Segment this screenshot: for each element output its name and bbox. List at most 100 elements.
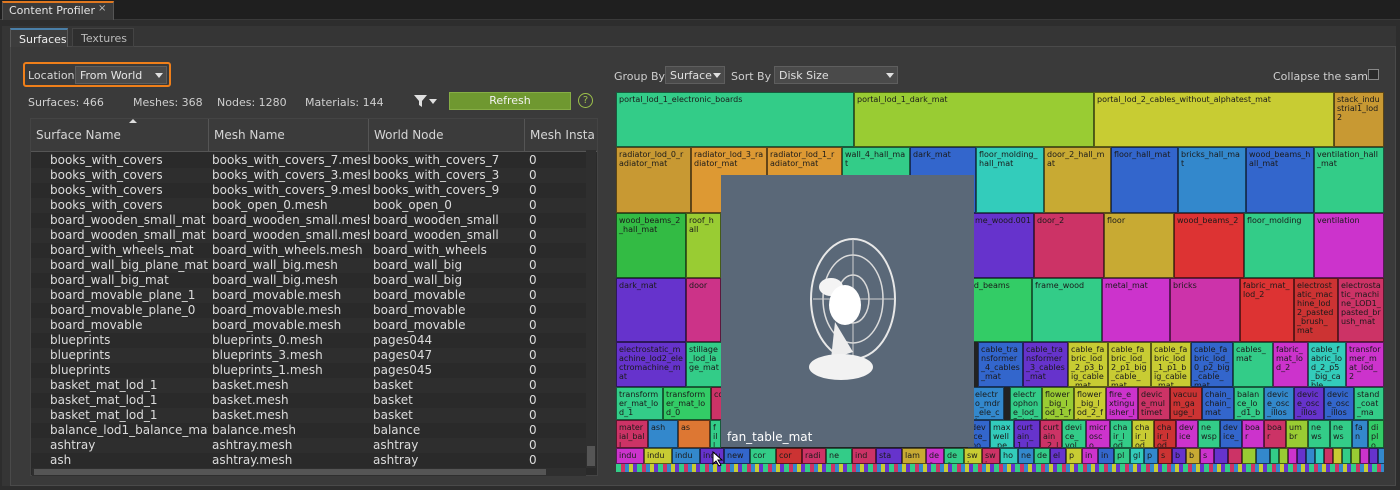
- treemap-block[interactable]: electro_mdr_ele_ctromet: [972, 387, 1004, 420]
- table-row[interactable]: board_movable_plane_0 board_movable.mesh b…: [31, 303, 589, 318]
- treemap-block[interactable]: in: [1082, 448, 1098, 464]
- treemap-block[interactable]: me_wood.001: [972, 213, 1034, 278]
- collapse-the-same-checkbox[interactable]: [1368, 69, 1379, 80]
- treemap-block-small[interactable]: [1242, 448, 1256, 464]
- scrollbar-thumb[interactable]: [34, 469, 546, 475]
- treemap-block[interactable]: electrophone_lod_2_telep: [1010, 387, 1042, 420]
- sort-by-select[interactable]: Disk Size: [774, 66, 898, 84]
- treemap-block[interactable]: door_2_hall_mat: [1044, 147, 1111, 213]
- column-header-surface-name[interactable]: Surface Name: [31, 119, 209, 152]
- treemap-block[interactable]: cable_fabric_lod_2_p3_big_cable_mat: [1068, 342, 1108, 387]
- treemap-block[interactable]: door_2: [1034, 213, 1104, 278]
- table-row[interactable]: books_with_covers book_open_0.mesh book_op…: [31, 198, 589, 213]
- treemap-block[interactable]: gl: [1130, 448, 1144, 464]
- treemap-block[interactable]: new: [724, 448, 750, 464]
- treemap-block[interactable]: newsp: [1198, 420, 1220, 448]
- treemap-block-small[interactable]: [1378, 448, 1384, 464]
- treemap-block[interactable]: device: [1176, 420, 1198, 448]
- treemap-block[interactable]: device_osc_illosc: [1294, 387, 1324, 420]
- treemap-block[interactable]: device_vol: [1062, 420, 1086, 448]
- treemap-block[interactable]: metal_mat: [1102, 278, 1170, 342]
- treemap-block[interactable]: electrostatic_machine_lod2_pasted_brush_…: [1294, 278, 1338, 342]
- treemap-block[interactable]: in: [1098, 448, 1114, 464]
- treemap-block[interactable]: curtain_1_l: [1014, 420, 1040, 448]
- treemap-block[interactable]: flower_big_lod_1_flow: [1042, 387, 1074, 420]
- scrollbar-thumb[interactable]: [587, 446, 595, 466]
- treemap-block[interactable]: fill_a: [710, 420, 721, 448]
- treemap-block-small[interactable]: [1306, 448, 1315, 464]
- table-row[interactable]: basket_mat_lod_1 basket.mesh basket 0: [31, 408, 589, 423]
- tab-textures[interactable]: Textures: [72, 28, 134, 47]
- treemap-block[interactable]: ventilation_hall_mat: [1314, 147, 1384, 213]
- treemap-block[interactable]: fabric_mat_lod_2: [1240, 278, 1294, 342]
- treemap-block[interactable]: door: [686, 278, 721, 342]
- treemap-block[interactable]: cable_fabric_lod_1_p1_big_cable_mat: [1151, 342, 1191, 387]
- treemap-block[interactable]: bricks_hall_mat: [1178, 147, 1246, 213]
- table-row[interactable]: basket_mat_lod_1 basket.mesh basket 0: [31, 393, 589, 408]
- treemap-block[interactable]: chair_lod: [1110, 420, 1132, 448]
- table-row[interactable]: board_wooden_small_mat board_wooden_small…: [31, 213, 589, 228]
- table-row[interactable]: balance_lod1_balance_mat balance.mesh bala…: [31, 423, 589, 438]
- treemap-block[interactable]: od_beams: [966, 278, 1032, 342]
- refresh-button[interactable]: Refresh: [449, 92, 571, 110]
- table-row[interactable]: board_wall_big_plane_mat board_wall_big.m…: [31, 258, 589, 273]
- table-row[interactable]: board_wall_big_mat board_wall_big.mesh boa…: [31, 273, 589, 288]
- treemap-block[interactable]: fan: [1352, 420, 1368, 448]
- table-row[interactable]: ash ashtray.mesh ashtray 0: [31, 453, 589, 467]
- treemap-block[interactable]: indu: [672, 448, 700, 464]
- treemap-block[interactable]: boar: [1242, 420, 1264, 448]
- treemap-block[interactable]: cable_fabric_lod_2_p1_big_cable_mat: [1108, 342, 1151, 387]
- treemap-block[interactable]: transformer_mat_lod_1: [616, 387, 663, 420]
- treemap-block[interactable]: dark_mat: [616, 278, 686, 342]
- treemap-block-small[interactable]: [1297, 448, 1306, 464]
- chevron-down-icon[interactable]: [429, 99, 437, 104]
- treemap-block[interactable]: lam: [902, 448, 926, 464]
- treemap-block[interactable]: news: [1330, 420, 1352, 448]
- treemap-block[interactable]: frame_wood: [1032, 278, 1102, 342]
- treemap-block-small[interactable]: [1324, 448, 1333, 464]
- treemap-block[interactable]: vacuum_gauge_l: [1170, 387, 1202, 420]
- treemap-block-small[interactable]: [1351, 448, 1360, 464]
- treemap-block[interactable]: chain_chain_mat: [1202, 387, 1234, 420]
- treemap-block-small[interactable]: [1315, 448, 1324, 464]
- table-row[interactable]: board_movable board_movable.mesh board_mov…: [31, 318, 589, 333]
- column-header-world-node[interactable]: World Node: [369, 119, 525, 152]
- table-row[interactable]: board_wooden_small_mat board_wooden_small…: [31, 228, 589, 243]
- table-row[interactable]: books_with_covers books_with_covers_7.mes…: [31, 153, 589, 168]
- treemap-block[interactable]: swi: [964, 448, 982, 464]
- treemap-block[interactable]: indu: [616, 448, 644, 464]
- treemap-block[interactable]: cable_fabric_lod_2_p5_big_cable: [1308, 342, 1346, 387]
- treemap-block-small[interactable]: [1256, 448, 1270, 464]
- treemap-block[interactable]: pl: [1114, 448, 1130, 464]
- treemap-block[interactable]: maxwell_pe: [990, 420, 1014, 448]
- treemap-block[interactable]: device_multimete: [1138, 387, 1170, 420]
- treemap-block[interactable]: el: [1050, 448, 1066, 464]
- table-row[interactable]: basket_mat_lod_1 basket.mesh basket 0: [31, 378, 589, 393]
- treemap-block[interactable]: des: [926, 448, 944, 464]
- treemap-block[interactable]: floor: [1104, 213, 1174, 278]
- treemap-block[interactable]: material_ball_: [616, 420, 648, 448]
- treemap-block[interactable]: s: [1158, 448, 1172, 464]
- location-select[interactable]: From World: [75, 66, 167, 84]
- treemap-block[interactable]: radi: [802, 448, 826, 464]
- table-row[interactable]: board_movable_plane_1 board_movable.mesh b…: [31, 288, 589, 303]
- table-row[interactable]: blueprints blueprints_3.mesh pages047 0: [31, 348, 589, 363]
- treemap-block[interactable]: bricks: [1170, 278, 1240, 342]
- treemap-block[interactable]: floor_molding_hall_mat: [976, 147, 1044, 213]
- treemap-block[interactable]: cable_fabric_lod_0_p2_big_cable_mat: [1191, 342, 1233, 387]
- treemap-block[interactable]: cable_transformer_4_cables_mat: [978, 342, 1023, 387]
- table-row[interactable]: ashtray ashtray.mesh ashtray 0: [31, 438, 589, 453]
- treemap-block[interactable]: device_: [1220, 420, 1242, 448]
- filter-icon[interactable]: [414, 95, 427, 110]
- treemap-block[interactable]: b: [1172, 448, 1186, 464]
- group-by-select[interactable]: Surface: [665, 66, 725, 84]
- treemap-block[interactable]: wood_beams_2: [1174, 213, 1244, 278]
- treemap-block[interactable]: stand_coat_ma: [1354, 387, 1384, 420]
- tab-surfaces[interactable]: Surfaces: [10, 28, 68, 47]
- treemap-block[interactable]: portal_lod_1_electronic_boards: [616, 92, 854, 147]
- treemap-block[interactable]: boar: [1264, 420, 1286, 448]
- help-icon[interactable]: ?: [578, 93, 593, 108]
- treemap-block[interactable]: stack_industrial1_lod2: [1334, 92, 1384, 147]
- treemap-block[interactable]: de: [1034, 448, 1050, 464]
- treemap-block[interactable]: cables_mat: [1233, 342, 1273, 387]
